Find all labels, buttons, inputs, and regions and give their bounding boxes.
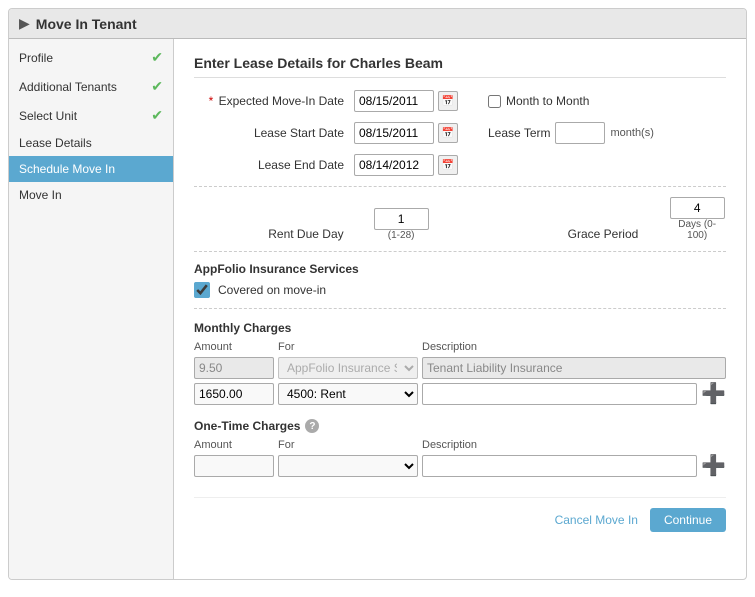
sidebar-item-lease-details[interactable]: Lease Details (9, 130, 173, 156)
main-content: Enter Lease Details for Charles Beam * E… (174, 39, 746, 579)
one-time-charges-header: Amount For Description (194, 439, 726, 451)
grace-period-label: Grace Period (519, 227, 639, 241)
divider-2 (194, 251, 726, 252)
required-star: * (209, 94, 214, 108)
covered-label: Covered on move-in (218, 283, 326, 297)
rent-due-day-hint: (1-28) (388, 230, 415, 241)
expected-move-in-row: * Expected Move-In Date 📅 Month to Month (194, 90, 726, 112)
lease-end-calendar-button[interactable]: 📅 (438, 155, 458, 175)
sidebar-item-label: Lease Details (19, 136, 92, 150)
lease-start-label: Lease Start Date (194, 126, 344, 140)
month-to-month-group: Month to Month (488, 94, 589, 108)
sidebar-item-schedule-move[interactable]: Schedule Move In (9, 156, 173, 182)
lease-end-label: Lease End Date (194, 158, 344, 172)
one-time-charges-title: One-Time Charges ? (194, 419, 726, 433)
sidebar-item-label: Profile (19, 51, 53, 65)
lease-term-label: Lease Term (488, 126, 550, 140)
continue-button[interactable]: Continue (650, 508, 726, 532)
monthly-charges-header: Amount For Description (194, 341, 726, 353)
cancel-move-in-button[interactable]: Cancel Move In (555, 513, 638, 527)
add-one-time-charge-button[interactable]: ➕ (701, 456, 726, 476)
page-header: ▶ Move In Tenant (9, 9, 746, 39)
monthly-charges-section: Monthly Charges Amount For Description A… (194, 321, 726, 405)
monthly-charge-2-for[interactable]: 4500: Rent (278, 383, 418, 405)
monthly-charge-2-amount[interactable] (194, 383, 274, 405)
month-to-month-checkbox[interactable] (488, 95, 501, 108)
grace-period-hint: Days (0-100) (668, 219, 726, 241)
one-time-charge-amount[interactable] (194, 455, 274, 477)
lease-start-input-group: 📅 (354, 122, 458, 144)
one-time-charge-description[interactable] (422, 455, 697, 477)
monthly-charge-row-2: 4500: Rent ➕ (194, 383, 726, 405)
sidebar-item-label: Select Unit (19, 109, 77, 123)
expected-move-in-calendar-button[interactable]: 📅 (438, 91, 458, 111)
month-to-month-label: Month to Month (506, 94, 589, 108)
divider-1 (194, 186, 726, 187)
lease-end-row: Lease End Date 📅 (194, 154, 726, 176)
expected-move-in-label: * Expected Move-In Date (194, 94, 344, 108)
expected-move-in-input-group: 📅 (354, 90, 458, 112)
check-icon: ✔ (151, 49, 163, 66)
monthly-charge-1-for: AppFolio Insurance Se (278, 357, 418, 379)
monthly-charges-col-description: Description (422, 341, 726, 353)
rent-grace-row: Rent Due Day (1-28) Grace Period Days (0… (194, 197, 726, 241)
sidebar-item-additional-tenants[interactable]: Additional Tenants ✔ (9, 72, 173, 101)
one-time-col-description: Description (422, 439, 726, 451)
lease-end-input[interactable] (354, 154, 434, 176)
one-time-col-amount: Amount (194, 439, 274, 451)
sidebar-item-select-unit[interactable]: Select Unit ✔ (9, 101, 173, 130)
lease-start-row: Lease Start Date 📅 Lease Term month(s) (194, 122, 726, 144)
one-time-charges-section: One-Time Charges ? Amount For Descriptio… (194, 419, 726, 477)
lease-term-unit: month(s) (610, 127, 653, 139)
divider-3 (194, 308, 726, 309)
lease-end-input-group: 📅 (354, 154, 458, 176)
expected-move-in-input[interactable] (354, 90, 434, 112)
rent-due-day-input[interactable] (374, 208, 429, 230)
check-icon: ✔ (151, 78, 163, 95)
lease-term-input[interactable] (555, 122, 605, 144)
rent-due-day-label: Rent Due Day (194, 227, 344, 241)
covered-checkbox[interactable] (194, 282, 210, 298)
grace-period-input[interactable] (670, 197, 725, 219)
monthly-charges-title: Monthly Charges (194, 321, 726, 335)
sidebar-item-label: Schedule Move In (19, 162, 115, 176)
page-title: Move In Tenant (36, 16, 137, 32)
sidebar-item-label: Move In (19, 188, 62, 202)
help-icon[interactable]: ? (305, 419, 319, 433)
page-wrapper: ▶ Move In Tenant Profile ✔ Additional Te… (8, 8, 747, 580)
lease-start-input[interactable] (354, 122, 434, 144)
one-time-col-for: For (278, 439, 418, 451)
breadcrumb-arrow-icon: ▶ (19, 15, 30, 32)
footer-actions: Cancel Move In Continue (194, 497, 726, 532)
grace-period-group: Days (0-100) (668, 197, 726, 241)
monthly-charge-row-1: AppFolio Insurance Se (194, 357, 726, 379)
section-title: Enter Lease Details for Charles Beam (194, 55, 726, 78)
monthly-charge-1-amount[interactable] (194, 357, 274, 379)
add-monthly-charge-button[interactable]: ➕ (701, 384, 726, 404)
one-time-charge-for[interactable] (278, 455, 418, 477)
sidebar: Profile ✔ Additional Tenants ✔ Select Un… (9, 39, 174, 579)
content-area: Profile ✔ Additional Tenants ✔ Select Un… (9, 39, 746, 579)
insurance-section-title: AppFolio Insurance Services (194, 262, 726, 276)
sidebar-item-move-in[interactable]: Move In (9, 182, 173, 208)
check-icon: ✔ (151, 107, 163, 124)
insurance-row: Covered on move-in (194, 282, 726, 298)
monthly-charges-col-amount: Amount (194, 341, 274, 353)
lease-start-calendar-button[interactable]: 📅 (438, 123, 458, 143)
monthly-charges-col-for: For (278, 341, 418, 353)
sidebar-item-label: Additional Tenants (19, 80, 117, 94)
rent-due-day-group: (1-28) (374, 208, 429, 241)
monthly-charge-1-description (422, 357, 726, 379)
one-time-charge-row-1: ➕ (194, 455, 726, 477)
lease-term-group: Lease Term month(s) (488, 122, 654, 144)
sidebar-item-profile[interactable]: Profile ✔ (9, 43, 173, 72)
monthly-charge-2-description[interactable] (422, 383, 697, 405)
